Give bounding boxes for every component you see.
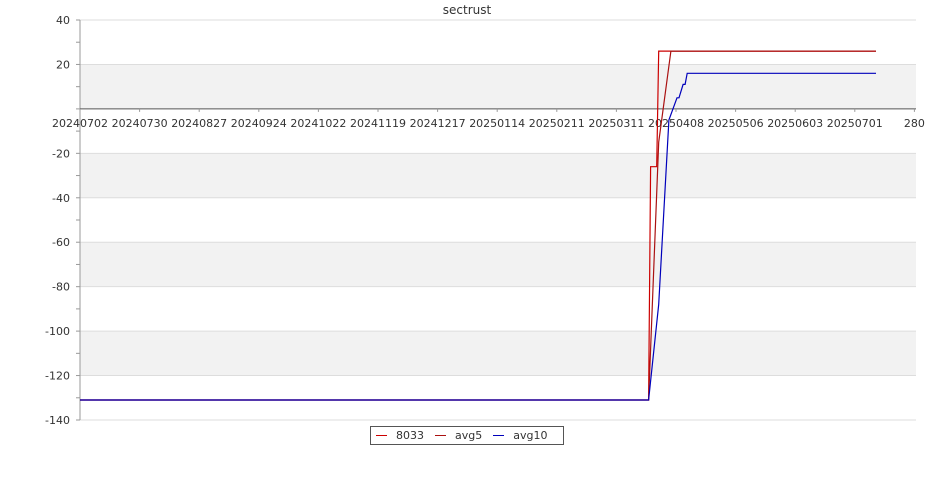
x-tick-label: 20241217 xyxy=(410,117,466,130)
x-tick-label: 20240702 xyxy=(52,117,108,130)
y-tick-label: -80 xyxy=(52,281,70,294)
x-tick-label: 20250603 xyxy=(767,117,823,130)
x-tick-label: 20241119 xyxy=(350,117,406,130)
background-bands xyxy=(80,64,916,376)
band xyxy=(80,242,916,287)
band xyxy=(80,153,916,198)
x-tick-label: 20240924 xyxy=(231,117,287,130)
y-tick-label: -120 xyxy=(45,370,70,383)
band xyxy=(80,64,916,109)
legend-swatch-avg5 xyxy=(435,435,446,436)
y-tick-label: -60 xyxy=(52,236,70,249)
x-tick-label: 20250408 xyxy=(648,117,704,130)
y-tick-label: -40 xyxy=(52,192,70,205)
x-tick-label: 20250114 xyxy=(469,117,525,130)
legend-item-avg10: avg10 xyxy=(493,429,547,442)
x-tick-label: 20250701 xyxy=(827,117,883,130)
x-tick-label: 20250311 xyxy=(588,117,644,130)
legend: 8033 avg5 avg10 xyxy=(370,426,564,445)
legend-label-avg5: avg5 xyxy=(455,429,483,442)
x-tick-label: 20250506 xyxy=(708,117,764,130)
y-tick-label: 20 xyxy=(56,58,70,71)
legend-item-8033: 8033 xyxy=(376,429,424,442)
x-tick-label: 20240730 xyxy=(112,117,168,130)
y-tick-label: -140 xyxy=(45,414,70,427)
legend-label-8033: 8033 xyxy=(396,429,424,442)
y-tick-label: -100 xyxy=(45,325,70,338)
band xyxy=(80,331,916,376)
legend-item-avg5: avg5 xyxy=(435,429,482,442)
x-tick-label: 20250211 xyxy=(529,117,585,130)
x-tick-label: 20240827 xyxy=(171,117,227,130)
x-tick-label: 280 xyxy=(904,117,925,130)
legend-label-avg10: avg10 xyxy=(513,429,548,442)
chart-title: sectrust xyxy=(443,3,492,17)
chart: 4020-20-40-60-80-100-120-140 20240702 202… xyxy=(45,3,925,427)
y-axis-ticks: 40 20 -20 -40 -60 -80 -100 -120 -140 xyxy=(45,14,80,427)
y-tick-label: 40 xyxy=(56,14,70,27)
x-tick-label: 20241022 xyxy=(290,117,346,130)
x-axis-ticks: 20240702 20240730 20240827 20240924 20241022… xyxy=(52,108,925,130)
y-tick-label: -20 xyxy=(52,147,70,160)
legend-swatch-8033 xyxy=(376,435,387,436)
legend-swatch-avg10 xyxy=(493,435,505,436)
